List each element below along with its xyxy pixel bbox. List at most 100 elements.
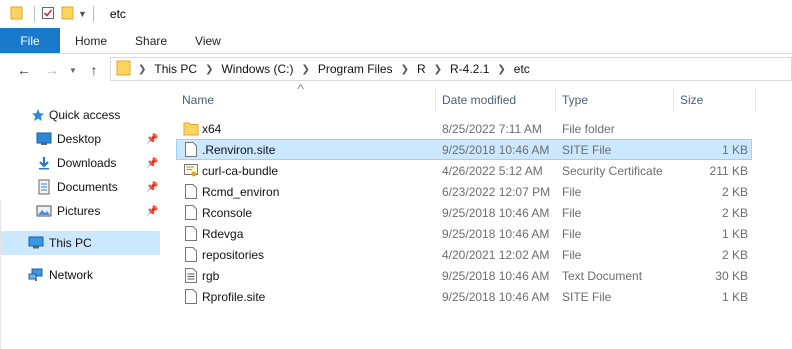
sidebar-item-documents[interactable]: Documents 📌 [0,175,160,199]
file-row-curl-ca-bundle[interactable]: curl-ca-bundle 4/26/2022 5:12 AM Securit… [176,160,752,181]
pictures-icon [36,203,52,219]
column-header-name[interactable]: Name [176,88,436,112]
file-row-rconsole[interactable]: Rconsole 9/25/2018 10:46 AM File 2 KB [176,202,752,223]
chevron-right-icon[interactable]: ❯ [497,64,505,75]
file-icon [183,183,199,200]
pane-divider [0,200,3,349]
file-icon [183,204,199,221]
folder-icon [183,120,199,137]
file-size: 1 KB [721,142,748,157]
file-icon [183,141,199,158]
column-header-size[interactable]: Size [674,88,756,112]
sidebar-item-this-pc[interactable]: This PC [0,231,160,255]
file-icon [183,288,199,305]
file-name: rgb [202,268,220,283]
file-size: 1 KB [721,289,748,304]
file-date: 6/23/2022 12:07 PM [442,184,551,199]
file-row-renviron-site[interactable]: .Renviron.site 9/25/2018 10:46 AM SITE F… [176,139,752,160]
breadcrumb-item-r[interactable]: R [417,62,426,76]
file-type: SITE File [562,142,612,157]
sidebar-item-downloads[interactable]: Downloads 📌 [0,151,160,175]
file-row-repositories[interactable]: repositories 4/20/2021 12:02 AM File 2 K… [176,244,752,265]
text-document-icon [183,267,199,284]
documents-icon [36,179,52,195]
star-icon [30,107,46,123]
file-date: 9/25/2018 10:46 AM [442,289,550,304]
pin-icon[interactable]: 📌 [146,206,158,217]
chevron-down-icon[interactable]: ▼ [66,58,80,82]
chevron-right-icon[interactable]: ❯ [301,64,309,75]
breadcrumb-item-etc[interactable]: etc [514,62,530,76]
file-row-rdevga[interactable]: Rdevga 9/25/2018 10:46 AM File 1 KB [176,223,752,244]
file-date: 9/25/2018 10:46 AM [442,142,550,157]
file-date: 9/25/2018 10:46 AM [442,226,550,241]
sidebar-item-label: Pictures [57,204,101,218]
pin-icon[interactable]: 📌 [146,182,158,193]
file-name: .Renviron.site [202,142,276,157]
chevron-right-icon[interactable]: ❯ [434,64,442,75]
certificate-icon [183,162,199,179]
download-icon [36,155,52,171]
address-bar[interactable]: ❯ This PC ❯ Windows (C:) ❯ Program Files… [110,57,792,81]
customize-dropdown-icon[interactable]: ▼ [78,9,87,19]
tab-file[interactable]: File [0,28,60,53]
file-type: SITE File [562,289,612,304]
desktop-icon [36,131,52,147]
file-date: 9/25/2018 10:46 AM [442,268,550,283]
tab-home[interactable]: Home [60,28,121,53]
breadcrumb-item-this-pc[interactable]: This PC [154,62,197,76]
folder-icon[interactable] [10,6,24,23]
properties-icon[interactable] [41,6,55,23]
file-name: Rcmd_environ [202,184,280,199]
breadcrumb-item-r-4-2-1[interactable]: R-4.2.1 [450,62,489,76]
new-folder-icon[interactable] [61,6,75,23]
file-row-rprofile-site[interactable]: Rprofile.site 9/25/2018 10:46 AM SITE Fi… [176,286,752,307]
chevron-right-icon[interactable]: ❯ [138,64,146,75]
quick-access-toolbar: ▼ [10,6,100,23]
tab-view[interactable]: View [181,28,235,53]
navigation-pane: Quick access Desktop 📌 Downloads 📌 Docum… [0,86,160,349]
ribbon-tabs: File Home Share View [0,28,792,54]
file-date: 4/20/2021 12:02 AM [442,247,550,262]
file-name: Rdevga [202,226,244,241]
file-name: Rprofile.site [202,289,266,304]
file-row-rcmd-environ[interactable]: Rcmd_environ 6/23/2022 12:07 PM File 2 K… [176,181,752,202]
column-header-date-modified[interactable]: Date modified [436,88,556,112]
arrow-up-icon[interactable]: ↑ [82,58,106,82]
file-size: 1 KB [721,226,748,241]
arrow-left-icon[interactable]: ← [12,58,36,82]
sidebar-item-label: Desktop [57,132,102,146]
sidebar-item-quick-access[interactable]: Quick access [0,103,160,127]
file-size: 30 KB [715,268,748,283]
file-type: File folder [562,121,615,136]
sidebar-item-label: Downloads [57,156,117,170]
file-size: 2 KB [721,184,748,199]
chevron-right-icon[interactable]: ❯ [401,64,409,75]
file-name: Rconsole [202,205,253,220]
sidebar-item-label: Documents [57,180,118,194]
title-bar: ▼ etc [0,0,792,28]
sidebar-item-desktop[interactable]: Desktop 📌 [0,127,160,151]
tab-share[interactable]: Share [121,28,181,53]
pin-icon[interactable]: 📌 [146,158,158,169]
sidebar-item-label: Quick access [49,108,121,122]
sidebar-item-network[interactable]: Network [0,263,160,287]
file-row-x64[interactable]: x64 8/25/2022 7:11 AM File folder [176,118,752,139]
arrow-right-icon[interactable]: → [40,58,64,82]
file-type: File [562,205,582,220]
file-type: File [562,184,582,199]
window-title: etc [109,7,126,21]
folder-icon [116,60,132,79]
file-size: 2 KB [721,247,748,262]
pin-icon[interactable]: 📌 [146,134,158,145]
breadcrumb-item-program-files[interactable]: Program Files [318,62,393,76]
file-date: 8/25/2022 7:11 AM [442,121,542,136]
file-row-rgb[interactable]: rgb 9/25/2018 10:46 AM Text Document 30 … [176,265,752,286]
chevron-right-icon[interactable]: ❯ [205,64,213,75]
column-header-type[interactable]: Type [556,88,674,112]
breadcrumb-item-windows-c[interactable]: Windows (C:) [221,62,293,76]
sidebar-item-label: Network [49,268,94,282]
file-date: 9/25/2018 10:46 AM [442,205,550,220]
sidebar-item-pictures[interactable]: Pictures 📌 [0,199,160,223]
file-size: 2 KB [721,205,748,220]
